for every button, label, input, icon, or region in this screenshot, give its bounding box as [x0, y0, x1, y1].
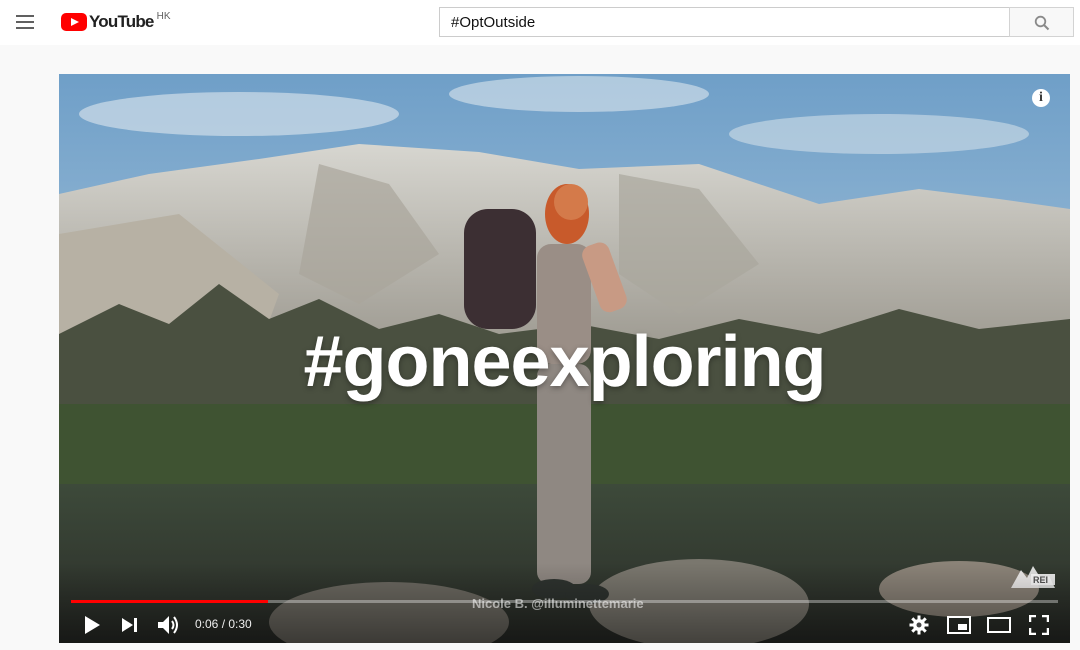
- miniplayer-button[interactable]: [943, 607, 975, 643]
- duration: 0:30: [228, 617, 252, 631]
- next-button[interactable]: [115, 607, 143, 643]
- current-time: 0:06: [195, 617, 219, 631]
- play-button[interactable]: [77, 607, 105, 643]
- masthead: YouTube HK: [0, 0, 1080, 45]
- search-box: [439, 7, 1009, 37]
- time-separator: /: [218, 617, 229, 631]
- progress-bar[interactable]: [71, 600, 1058, 603]
- fullscreen-icon: [1029, 615, 1049, 635]
- menu-icon[interactable]: [16, 14, 36, 30]
- search-icon: [1034, 15, 1050, 31]
- youtube-logo[interactable]: YouTube HK: [61, 12, 171, 32]
- next-icon: [122, 618, 137, 632]
- time-display: 0:06 / 0:30: [195, 617, 252, 631]
- settings-button[interactable]: [905, 607, 933, 643]
- player-controls: 0:06 / 0:30: [59, 607, 1070, 643]
- search-button[interactable]: [1009, 7, 1074, 37]
- miniplayer-icon: [947, 616, 971, 634]
- play-icon: [85, 616, 100, 634]
- logo-text: YouTube: [89, 12, 154, 31]
- theater-mode-icon: [987, 617, 1011, 633]
- video-overlay-title: #goneexploring: [303, 322, 826, 402]
- search-input[interactable]: [440, 8, 1001, 36]
- gear-icon: [909, 615, 929, 635]
- mute-button[interactable]: [153, 607, 185, 643]
- volume-icon: [158, 616, 178, 634]
- fullscreen-button[interactable]: [1023, 607, 1055, 643]
- region-label: HK: [156, 11, 171, 22]
- theater-mode-button[interactable]: [983, 607, 1015, 643]
- youtube-play-icon: [61, 13, 87, 31]
- video-player[interactable]: i #goneexploring REI Nicole B. @illumine…: [59, 74, 1070, 643]
- info-icon[interactable]: i: [1032, 89, 1050, 107]
- progress-played: [71, 600, 269, 603]
